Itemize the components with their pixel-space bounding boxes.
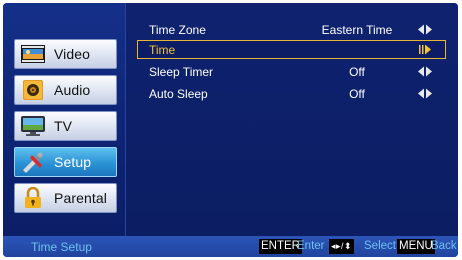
lock-icon xyxy=(20,187,46,209)
osd-screen: Video Audio TV Setup Parental Time Zone … xyxy=(3,3,458,257)
menu-key-badge: MENU xyxy=(397,239,435,254)
sidebar-item-label: TV xyxy=(54,118,73,134)
enter-key-badge: ENTER xyxy=(259,239,302,254)
setting-label: Time xyxy=(149,43,176,57)
setting-row-time[interactable]: Time xyxy=(137,40,446,59)
setting-value: Off xyxy=(349,65,365,79)
setup-icon xyxy=(20,151,46,173)
tv-icon xyxy=(20,115,46,137)
enter-arrow-icon[interactable] xyxy=(417,44,433,55)
left-right-arrows-icon[interactable] xyxy=(417,88,433,99)
sidebar-item-setup[interactable]: Setup xyxy=(14,147,117,177)
status-bar: Time Setup ENTER Enter ◂▸/⬍ Select MENU … xyxy=(3,236,458,257)
setting-row-time-zone[interactable]: Time Zone Eastern Time xyxy=(137,20,446,39)
category-sidebar: Video Audio TV Setup Parental xyxy=(3,3,125,236)
tv-osd-frame: Video Audio TV Setup Parental Time Zone … xyxy=(0,0,462,260)
video-icon xyxy=(20,43,46,65)
enter-hint-label: Enter xyxy=(297,240,325,252)
left-right-arrows-icon[interactable] xyxy=(417,24,433,35)
setting-value: Eastern Time xyxy=(321,23,393,37)
setting-value: Off xyxy=(349,87,365,101)
setting-row-auto-sleep[interactable]: Auto Sleep Off xyxy=(137,84,446,103)
sidebar-item-tv[interactable]: TV xyxy=(14,111,117,141)
left-right-arrows-icon[interactable] xyxy=(417,66,433,77)
audio-icon xyxy=(20,79,46,101)
status-title: Time Setup xyxy=(31,240,92,254)
select-hint-label: Select xyxy=(364,240,396,252)
sidebar-item-parental[interactable]: Parental xyxy=(14,183,117,213)
sidebar-item-label: Setup xyxy=(54,154,92,170)
sidebar-item-audio[interactable]: Audio xyxy=(14,75,117,105)
navigate-key-badge: ◂▸/⬍ xyxy=(329,239,355,254)
setting-label: Auto Sleep xyxy=(149,87,208,101)
sidebar-item-video[interactable]: Video xyxy=(14,39,117,69)
setting-row-sleep-timer[interactable]: Sleep Timer Off xyxy=(137,62,446,81)
sidebar-item-label: Video xyxy=(54,46,91,62)
setting-label: Sleep Timer xyxy=(149,65,214,79)
setting-label: Time Zone xyxy=(149,23,206,37)
sidebar-item-label: Audio xyxy=(54,82,91,98)
back-hint-label: Back xyxy=(431,240,457,252)
sidebar-item-label: Parental xyxy=(54,190,107,206)
